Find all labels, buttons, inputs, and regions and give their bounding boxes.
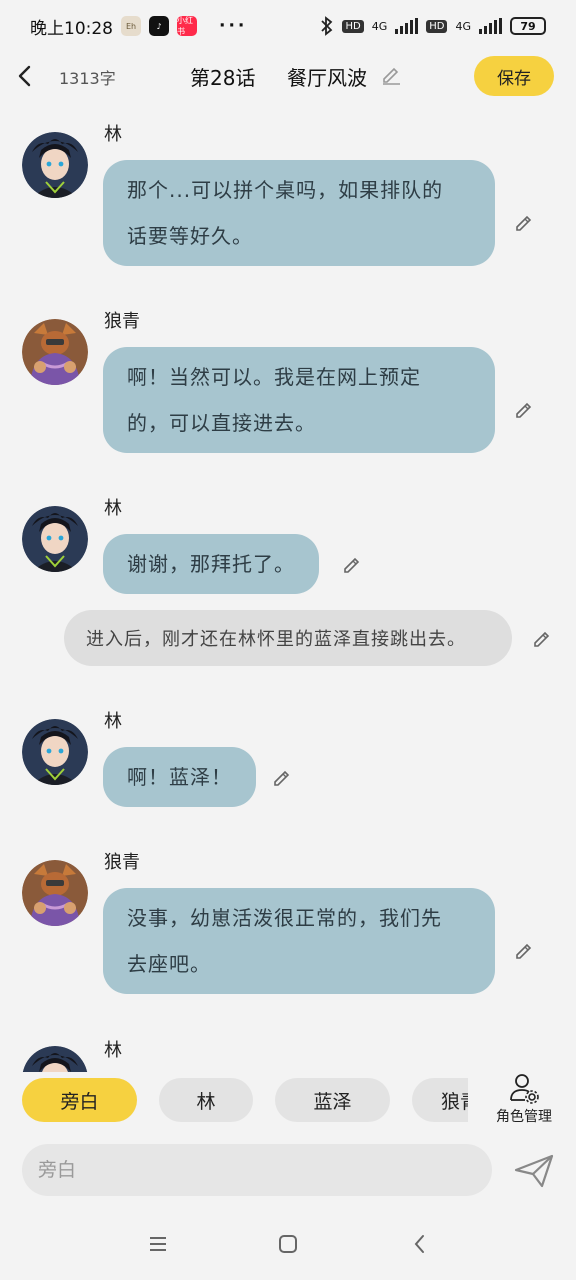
message-input[interactable] xyxy=(22,1144,492,1196)
dialogue-line: 谢谢，那拜托了。 xyxy=(127,552,295,576)
chapter-title[interactable]: 餐厅风波 xyxy=(287,62,367,91)
dialogue-line: 的，可以直接进去。 xyxy=(127,411,316,435)
send-icon[interactable] xyxy=(512,1150,556,1190)
nav-back-icon[interactable] xyxy=(406,1230,434,1258)
dialogue-line: 那个...可以拼个桌吗，如果排队的 xyxy=(127,178,444,202)
eh-app-icon: Eh xyxy=(121,16,141,36)
signal-icon-1 xyxy=(395,18,419,34)
network-type-2: 4G xyxy=(455,19,471,33)
langqing-avatar[interactable] xyxy=(22,860,88,926)
dialogue-bubble[interactable]: 没事，幼崽活泼很正常的，我们先 去座吧。 xyxy=(103,888,495,994)
dialogue-bubble[interactable]: 谢谢，那拜托了。 xyxy=(103,534,319,594)
edit-message-icon[interactable] xyxy=(512,210,536,234)
signal-icon-2 xyxy=(479,18,502,34)
chapter-number: 第28话 xyxy=(190,66,256,90)
douyin-app-icon: ♪ xyxy=(149,16,169,36)
edit-message-icon[interactable] xyxy=(340,552,364,576)
dialogue-bubble[interactable]: 啊！蓝泽！ xyxy=(103,747,256,807)
status-time: 晚上10:28 xyxy=(30,18,113,39)
system-nav-bar xyxy=(0,1216,576,1272)
word-count: 1313字 xyxy=(59,69,116,88)
speaker-name: 林 xyxy=(104,1040,122,1061)
status-bar: 晚上10:28 Eh ♪ 小红书 ··· HD 4G HD 4G 79 xyxy=(0,0,576,52)
more-notifications-icon: ··· xyxy=(219,16,248,36)
speaker-name: 狼青 xyxy=(104,311,140,332)
narration-bubble[interactable]: 进入后，刚才还在林怀里的蓝泽直接跳出去。 xyxy=(64,610,512,666)
role-chip-lanze[interactable]: 蓝泽 xyxy=(275,1078,390,1122)
role-chip-langqing[interactable]: 狼青 xyxy=(412,1078,468,1122)
lin-avatar[interactable] xyxy=(22,132,88,198)
role-selector: 旁白 林 蓝泽 狼青 角色管理 xyxy=(0,1072,576,1132)
back-arrow-icon[interactable] xyxy=(12,62,40,90)
home-icon[interactable] xyxy=(274,1230,302,1258)
script-chat-area[interactable]: 林 那个...可以拼个桌吗，如果排队的 话要等好久。 狼青 啊！当然可以。我是在… xyxy=(0,108,576,1072)
edit-message-icon[interactable] xyxy=(512,938,536,962)
dialogue-line: 话要等好久。 xyxy=(127,224,253,248)
network-type-1: 4G xyxy=(371,19,388,33)
lin-avatar[interactable] xyxy=(22,506,88,572)
lin-avatar[interactable] xyxy=(22,1046,88,1072)
edit-narration-icon[interactable] xyxy=(530,626,554,650)
speaker-name: 林 xyxy=(104,124,122,145)
dialogue-line: 啊！当然可以。我是在网上预定 xyxy=(127,365,421,389)
battery-icon: 79 xyxy=(510,17,546,35)
hd-badge-1: HD xyxy=(342,19,364,33)
role-management-label: 角色管理 xyxy=(496,1109,552,1125)
speaker-name: 狼青 xyxy=(104,852,140,873)
langqing-avatar[interactable] xyxy=(22,319,88,385)
edit-message-icon[interactable] xyxy=(512,397,536,421)
composer xyxy=(0,1142,576,1198)
menu-icon[interactable] xyxy=(144,1230,172,1258)
edit-message-icon[interactable] xyxy=(270,765,294,789)
role-settings-icon xyxy=(510,1074,539,1104)
edit-title-icon[interactable] xyxy=(380,64,402,86)
speaker-name: 林 xyxy=(104,711,122,732)
dialogue-line: 去座吧。 xyxy=(127,952,211,976)
dialogue-line: 没事，幼崽活泼很正常的，我们先 xyxy=(127,906,442,930)
role-chip-lin[interactable]: 林 xyxy=(159,1078,253,1122)
bluetooth-icon xyxy=(321,16,333,36)
role-management-button[interactable]: 角色管理 xyxy=(486,1072,562,1132)
dialogue-bubble[interactable]: 那个...可以拼个桌吗，如果排队的 话要等好久。 xyxy=(103,160,495,266)
speaker-name: 林 xyxy=(104,498,122,519)
dialogue-line: 啊！蓝泽！ xyxy=(127,765,232,789)
lin-avatar[interactable] xyxy=(22,719,88,785)
save-button[interactable]: 保存 xyxy=(474,56,554,96)
xiaohongshu-app-icon: 小红书 xyxy=(177,16,197,36)
role-chip-clip: 狼青 xyxy=(412,1078,468,1122)
role-chip-narrator[interactable]: 旁白 xyxy=(22,1078,137,1122)
hd-badge-2: HD xyxy=(426,19,448,33)
editor-header: 1313字 第28话 餐厅风波 保存 xyxy=(0,52,576,100)
dialogue-bubble[interactable]: 啊！当然可以。我是在网上预定 的，可以直接进去。 xyxy=(103,347,495,453)
